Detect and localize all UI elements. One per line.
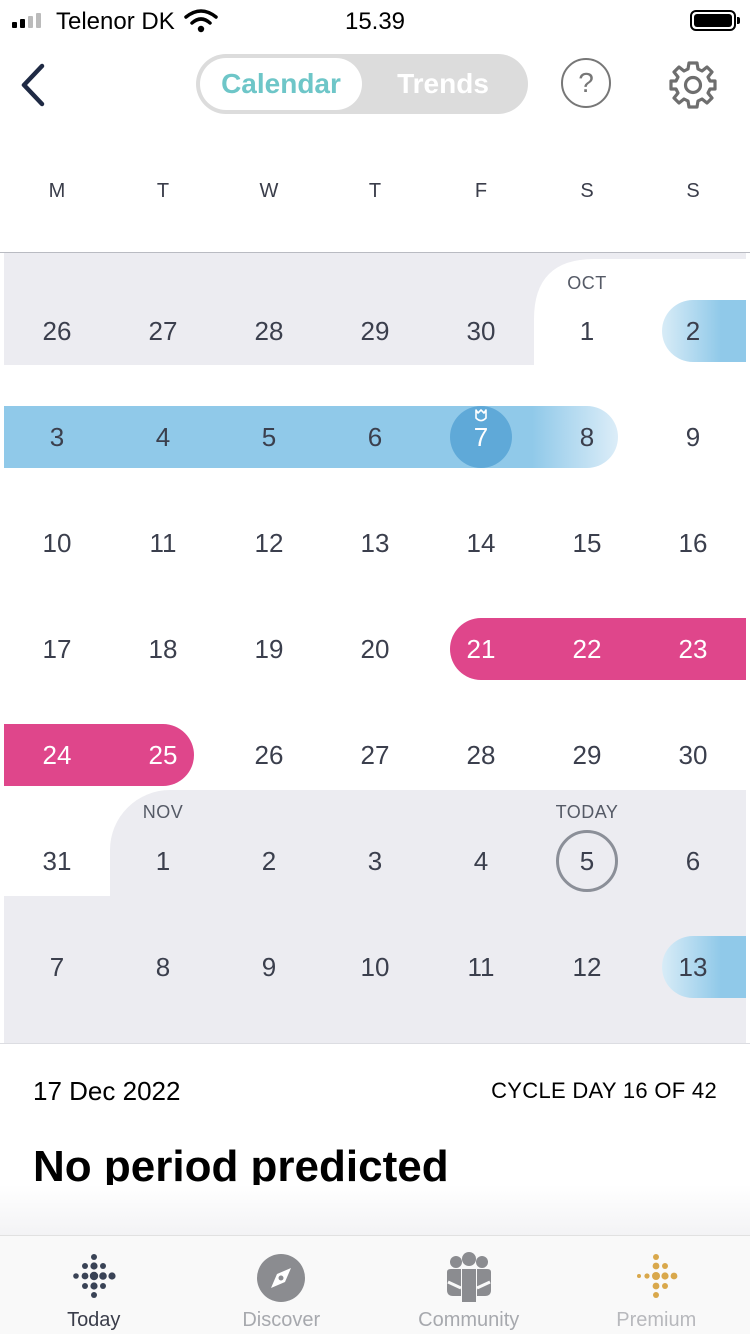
compass-icon xyxy=(257,1254,306,1302)
calendar-day[interactable]: 24 xyxy=(4,702,110,808)
cycle-day: CYCLE DAY 16 OF 42 xyxy=(491,1078,717,1103)
calendar-day[interactable]: 8 xyxy=(534,384,640,490)
calendar-day[interactable]: 30 xyxy=(428,278,534,384)
weekday-label: T xyxy=(156,180,170,202)
community-icon xyxy=(446,1252,491,1302)
calendar-day[interactable]: 21 xyxy=(428,596,534,702)
calendar-day[interactable]: 12 xyxy=(534,914,640,1020)
calendar-day[interactable]: 8 xyxy=(110,914,216,1020)
calendar-day[interactable]: 23 xyxy=(640,596,746,702)
calendar-day[interactable]: 12 xyxy=(216,490,322,596)
calendar-day[interactable]: 9 xyxy=(640,384,746,490)
calendar-day[interactable]: 9 xyxy=(216,914,322,1020)
tab-label: Discover xyxy=(242,1309,321,1331)
scroll-fade xyxy=(0,1185,750,1235)
weekday-label: S xyxy=(580,180,594,202)
selected-date: 17 Dec 2022 xyxy=(33,1076,181,1106)
calendar-day[interactable]: 13 xyxy=(640,914,746,1020)
gear-icon[interactable] xyxy=(666,58,720,112)
weekday-label: W xyxy=(259,180,279,202)
weekday-label: F xyxy=(474,180,488,202)
calendar-day[interactable]: 7 xyxy=(4,914,110,1020)
help-icon[interactable]: ? xyxy=(561,58,611,108)
calendar-day[interactable]: 30 xyxy=(640,702,746,808)
premium-dots-icon xyxy=(637,1254,678,1298)
tab-discover[interactable]: Discover xyxy=(188,1236,376,1334)
tab-label: Premium xyxy=(616,1309,697,1331)
calendar-day[interactable]: 5 xyxy=(216,384,322,490)
calendar-day[interactable]: 13 xyxy=(322,490,428,596)
calendar-divider xyxy=(0,1043,750,1044)
calendar-day[interactable]: 29 xyxy=(322,278,428,384)
calendar-day[interactable]: 11 xyxy=(428,914,534,1020)
tab-premium[interactable]: Premium xyxy=(563,1236,750,1334)
calendar-day[interactable]: 6 xyxy=(640,808,746,914)
calendar-day[interactable]: 26 xyxy=(4,278,110,384)
calendar-day[interactable]: 17 xyxy=(4,596,110,702)
calendar-day[interactable]: 20 xyxy=(322,596,428,702)
tab-trends[interactable]: Trends xyxy=(362,58,524,110)
calendar-day[interactable]: 16 xyxy=(640,490,746,596)
weekday-label: S xyxy=(686,180,700,202)
calendar-day[interactable]: 6 xyxy=(322,384,428,490)
calendar-day[interactable]: 4 xyxy=(110,384,216,490)
calendar-day[interactable]: 27 xyxy=(110,278,216,384)
tab-label: Today xyxy=(67,1309,121,1331)
tab-today[interactable]: Today xyxy=(0,1236,188,1334)
calendar-day-today[interactable]: 5 xyxy=(534,808,640,914)
calendar-day[interactable]: 2 xyxy=(216,808,322,914)
calendar-day[interactable]: 1 xyxy=(534,278,640,384)
calendar-day[interactable]: 28 xyxy=(428,702,534,808)
calendar-day[interactable]: 1 xyxy=(110,808,216,914)
tab-calendar[interactable]: Calendar xyxy=(200,58,362,110)
calendar-day[interactable]: 11 xyxy=(110,490,216,596)
calendar-day[interactable]: 4 xyxy=(428,808,534,914)
calendar-day[interactable]: 15 xyxy=(534,490,640,596)
calendar-day[interactable]: 14 xyxy=(428,490,534,596)
calendar-day[interactable]: 22 xyxy=(534,596,640,702)
calendar-day[interactable]: 25 xyxy=(110,702,216,808)
back-arrow-icon[interactable] xyxy=(14,60,54,110)
calendar-grid: OCT NOV TODAY 26 27 28 29 30 1 2 3 4 5 6… xyxy=(0,253,750,1043)
weekday-header: M T W T F S S xyxy=(4,180,746,216)
calendar-day[interactable]: 27 xyxy=(322,702,428,808)
calendar-day[interactable]: 18 xyxy=(110,596,216,702)
tab-community[interactable]: Community xyxy=(375,1236,563,1334)
calendar-day[interactable]: 28 xyxy=(216,278,322,384)
calendar-day[interactable]: 10 xyxy=(4,490,110,596)
today-dots-icon xyxy=(72,1254,116,1298)
weekday-label: M xyxy=(48,180,66,202)
calendar-day[interactable]: 2 xyxy=(640,278,746,384)
battery-icon xyxy=(690,10,740,31)
calendar-day[interactable]: 31 xyxy=(4,808,110,914)
calendar-day[interactable]: 3 xyxy=(4,384,110,490)
weekday-label: T xyxy=(368,180,382,202)
calendar-day[interactable]: 29 xyxy=(534,702,640,808)
status-bar: Telenor DK 15.39 xyxy=(0,0,750,42)
calendar-day[interactable]: 19 xyxy=(216,596,322,702)
calendar-day[interactable]: 3 xyxy=(322,808,428,914)
calendar-day[interactable]: 26 xyxy=(216,702,322,808)
calendar-day[interactable]: 10 xyxy=(322,914,428,1020)
clock: 15.39 xyxy=(344,8,406,35)
view-switcher: Calendar Trends xyxy=(196,54,528,114)
tab-label: Community xyxy=(418,1309,520,1331)
calendar-day[interactable]: 7 xyxy=(428,384,534,490)
bottom-tab-bar: Today Discover Community Premium xyxy=(0,1235,750,1334)
